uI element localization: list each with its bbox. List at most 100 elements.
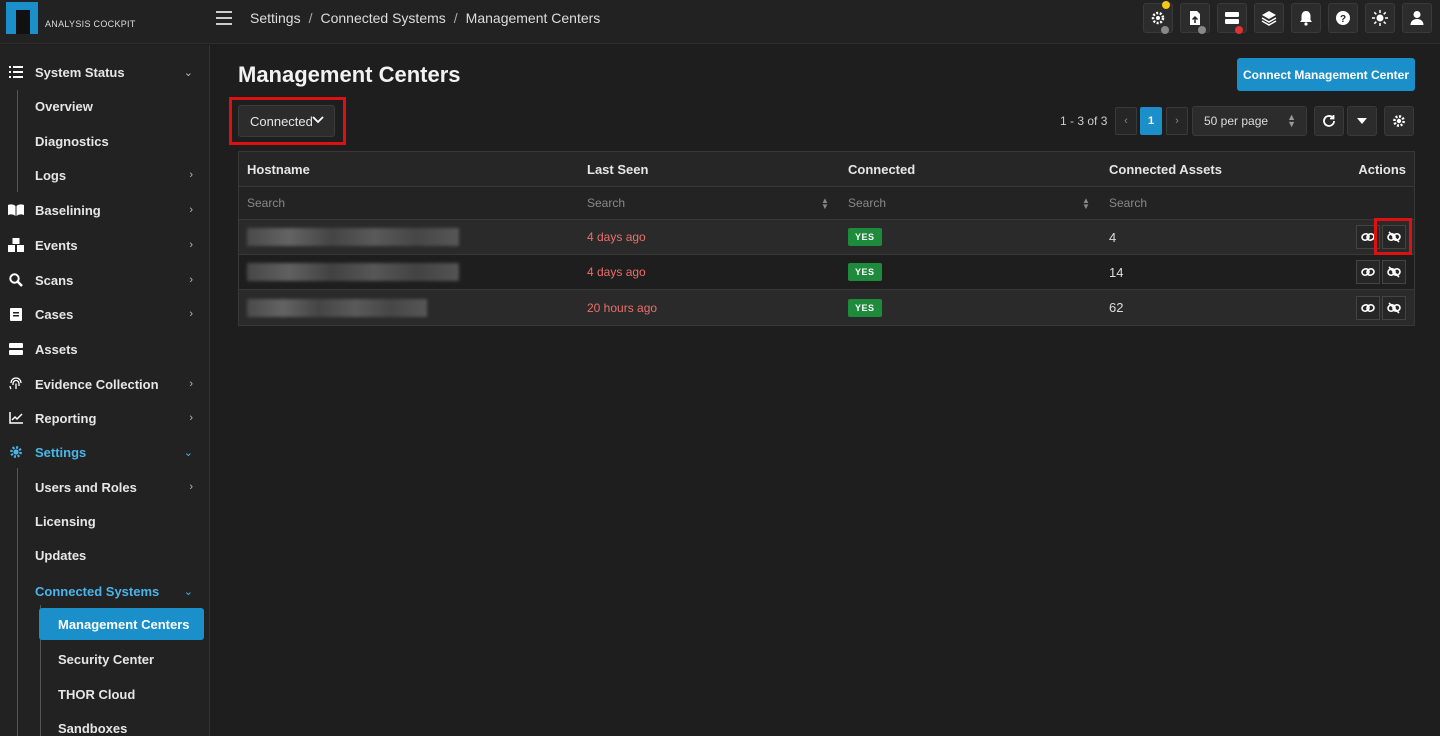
highlight-box-filter [229,97,346,145]
sidebar-item-label: Security Center [58,651,155,667]
column-header-actions: Actions [1358,161,1406,177]
server-icon [8,341,24,357]
page-title: Management Centers [238,62,461,87]
sidebar-item-updates[interactable]: Updates [0,540,209,570]
help-icon[interactable]: ? [1328,3,1358,33]
bell-icon[interactable] [1291,3,1321,33]
sort-icon[interactable]: ▲ ▼ [1082,197,1090,211]
sidebar-item-events[interactable]: Events › [0,230,209,260]
sidebar-item-label: Licensing [35,513,96,529]
sidebar-item-label: Evidence Collection [35,376,159,392]
svg-text:?: ? [1340,14,1346,25]
cubes-icon [8,237,24,253]
connect-management-center-button[interactable]: Connect Management Center [1237,58,1415,91]
chevron-right-icon: › [189,412,193,424]
breadcrumb-connected-systems[interactable]: Connected Systems [320,10,445,26]
link-icon[interactable] [1356,295,1380,320]
pagination-range: 1 - 3 of 3 [1060,114,1108,128]
sidebar-item-diagnostics[interactable]: Diagnostics [0,126,209,156]
column-header-connected[interactable]: Connected [848,152,915,186]
menu-toggle-icon[interactable] [216,11,232,25]
breadcrumb-separator: / [308,10,313,26]
sidebar-item-management-centers[interactable]: Management Centers [0,609,209,639]
unlink-icon[interactable] [1382,295,1406,320]
sidebar-item-thor-cloud[interactable]: THOR Cloud [0,679,209,709]
connected-search-input[interactable]: Search [848,187,886,219]
sidebar-item-security-center[interactable]: Security Center [0,644,209,674]
link-icon[interactable] [1356,260,1380,284]
column-header-connected-assets[interactable]: Connected Assets [1109,152,1222,186]
next-page-button[interactable]: › [1166,107,1188,135]
chevron-right-icon: › [189,204,193,216]
sidebar-item-label: Settings [35,444,87,460]
per-page-select[interactable]: 50 per page ▲ ▼ [1192,106,1307,136]
sidebar-item-scans[interactable]: Scans › [0,265,209,295]
assets-search-input[interactable]: Search [1109,187,1147,219]
column-header-last-seen[interactable]: Last Seen [587,152,648,186]
sidebar-item-users-roles[interactable]: Users and Roles › [0,472,209,502]
sidebar-item-assets[interactable]: Assets [0,334,209,364]
breadcrumb-separator: / [453,10,458,26]
connected-cell: YES [848,220,882,254]
sidebar-item-licensing[interactable]: Licensing [0,506,209,536]
table-settings-button[interactable] [1384,106,1414,136]
layers-icon[interactable] [1254,3,1284,33]
logo[interactable] [6,2,38,34]
sort-icon[interactable]: ▲ ▼ [821,197,829,211]
breadcrumb: Settings / Connected Systems / Managemen… [250,10,600,26]
chevron-down-icon: ⌄ [183,66,193,79]
sidebar-item-label: Baselining [35,202,101,218]
chart-line-icon [8,410,24,426]
sidebar-item-connected-systems[interactable]: Connected Systems ⌄ [0,576,209,606]
sidebar-item-baselining[interactable]: Baselining › [0,195,209,225]
chevron-right-icon: › [189,239,193,251]
theme-sun-icon[interactable] [1365,3,1395,33]
upload-icon[interactable] [1180,3,1210,34]
user-icon[interactable] [1402,3,1432,33]
sidebar-item-reporting[interactable]: Reporting › [0,403,209,433]
settings-gear-icon[interactable] [1143,1,1173,34]
sidebar-item-label: Updates [35,547,87,563]
sidebar-item-label: Assets [35,341,78,357]
breadcrumb-settings[interactable]: Settings [250,10,301,26]
chevron-right-icon: › [189,274,193,286]
hostname-cell-redacted [247,220,459,254]
table-row[interactable]: 20 hours ago YES 62 [239,290,1414,325]
sidebar-item-label: Sandboxes [58,720,128,736]
sidebar-item-settings[interactable]: Settings ⌄ [0,437,209,467]
server-icon[interactable] [1217,3,1247,34]
sidebar-item-label: System Status [35,64,125,80]
sidebar-item-label: Diagnostics [35,133,109,149]
gear-icon [1393,115,1405,127]
sidebar-item-label: Overview [35,98,93,114]
sort-arrows-icon: ▲ ▼ [1287,112,1296,129]
sidebar-item-sandboxes[interactable]: Sandboxes [0,713,209,736]
list-icon [8,64,24,80]
logo-text: ANALYSIS COCKPIT [45,19,136,29]
chevron-down-icon: ⌄ [183,585,193,598]
column-header-hostname[interactable]: Hostname [247,152,310,186]
sidebar-item-cases[interactable]: Cases › [0,299,209,329]
sidebar-item-logs[interactable]: Logs › [0,160,209,190]
refresh-button[interactable] [1314,106,1344,136]
sidebar-item-system-status[interactable]: System Status ⌄ [0,57,209,87]
sidebar-item-overview[interactable]: Overview [0,91,209,121]
last-seen-cell: 4 days ago [587,230,646,244]
last-seen-search-input[interactable]: Search [587,187,625,219]
sidebar-item-label: Scans [35,272,74,288]
fingerprint-icon [8,376,24,392]
unlink-icon[interactable] [1382,260,1406,284]
prev-page-button[interactable]: ‹ [1115,107,1137,135]
sidebar-item-evidence-collection[interactable]: Evidence Collection › [0,369,209,399]
sidebar-item-label: Connected Systems [35,583,160,599]
export-dropdown-button[interactable] [1347,106,1377,136]
table-row[interactable]: 4 days ago YES 4 [239,220,1414,255]
table-row[interactable]: 4 days ago YES 14 [239,255,1414,290]
search-icon [8,272,24,288]
chevron-right-icon: › [189,481,193,493]
per-page-value: 50 per page [1204,114,1269,128]
hostname-search-input[interactable]: Search [247,187,285,219]
breadcrumb-management-centers: Management Centers [465,10,601,26]
page-1-button[interactable]: 1 [1140,107,1162,135]
top-bar: ANALYSIS COCKPIT Settings / Connected Sy… [0,0,1440,44]
